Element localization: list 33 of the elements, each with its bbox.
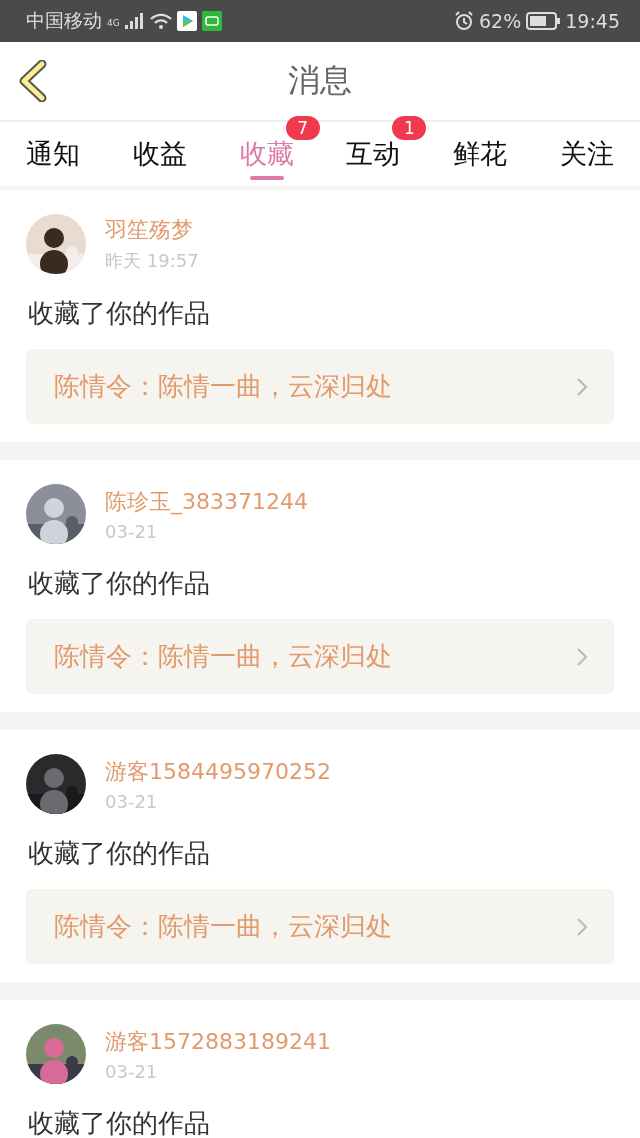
page-title: 消息 — [288, 60, 352, 101]
chevron-right-icon — [576, 376, 588, 397]
alarm-icon — [454, 11, 474, 31]
carrier-name: 中国移动 — [26, 8, 102, 33]
battery-icon — [526, 12, 561, 30]
clock-time: 19:45 — [565, 10, 620, 32]
tab[interactable]: 关注 — [548, 136, 626, 172]
back-chevron-icon — [18, 60, 48, 102]
tab[interactable]: 收益 — [120, 136, 199, 172]
user-name[interactable]: 游客1584495970252 — [105, 756, 331, 787]
tab[interactable]: 通知 — [14, 136, 92, 172]
wifi-icon — [149, 13, 172, 29]
video-app-icon — [176, 11, 197, 31]
work-link[interactable]: 陈情令：陈情一曲，云深归处 — [26, 619, 614, 694]
message-text: 收藏了你的作品 — [28, 1107, 211, 1138]
message-text: 收藏了你的作品 — [28, 297, 211, 330]
tab[interactable]: 鲜花 — [441, 136, 520, 172]
user-name[interactable]: 陈珍玉_383371244 — [105, 486, 308, 517]
chevron-right-icon — [576, 916, 588, 937]
count-badge: 1 — [392, 116, 427, 140]
signal-icon — [124, 13, 145, 29]
tab-indicator — [249, 176, 284, 180]
user-name[interactable]: 羽笙殇梦 — [105, 215, 199, 245]
tv-app-icon — [201, 11, 222, 31]
user-name[interactable]: 游客1572883189241 — [105, 1026, 331, 1057]
work-link[interactable]: 陈情令：陈情一曲，云深归处 — [26, 349, 614, 424]
battery-percent: 62% — [479, 10, 522, 32]
network-type: 4G — [107, 18, 120, 28]
message-text: 收藏了你的作品 — [28, 567, 211, 600]
chevron-right-icon — [576, 646, 588, 667]
count-badge: 7 — [285, 116, 320, 140]
message-text: 收藏了你的作品 — [28, 837, 211, 870]
work-link[interactable]: 陈情令：陈情一曲，云深归处 — [26, 889, 614, 964]
